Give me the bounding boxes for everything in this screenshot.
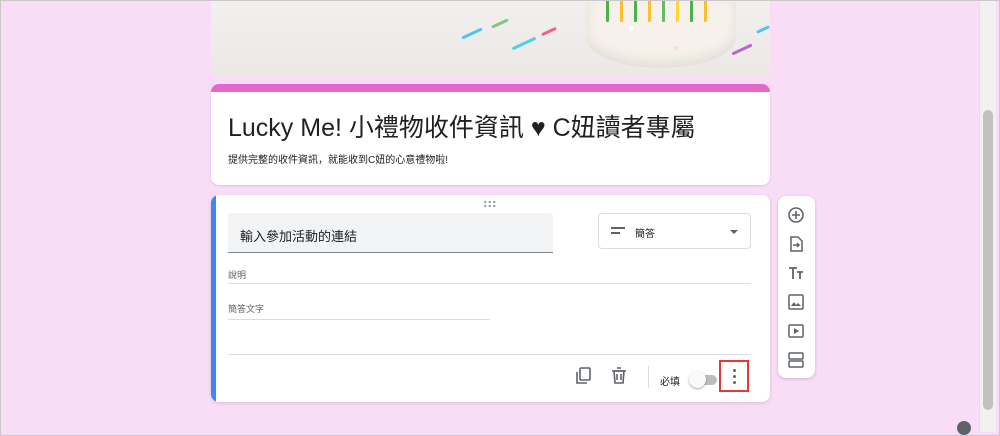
header-image	[211, 0, 770, 76]
import-questions-icon[interactable]	[786, 234, 806, 254]
add-image-icon[interactable]	[786, 292, 806, 312]
form-title[interactable]: Lucky Me! 小禮物收件資訊 ♥ C妞讀者專屬	[228, 108, 696, 144]
answer-preview: 簡答文字	[228, 304, 265, 314]
card-footer-divider	[228, 354, 751, 355]
description-field[interactable]: 說明	[228, 268, 246, 281]
question-title-input[interactable]: 輸入參加活動的連結	[228, 213, 553, 253]
help-icon[interactable]	[957, 421, 971, 435]
theme-color-strip	[211, 84, 770, 92]
question-card[interactable]: 輸入參加活動的連結 簡答 說明 簡答文字 必填	[211, 195, 770, 402]
add-title-icon[interactable]	[786, 263, 806, 283]
add-question-icon[interactable]	[786, 205, 806, 225]
floating-toolbar	[778, 196, 815, 378]
short-answer-icon	[611, 227, 625, 237]
description-underline	[228, 283, 751, 284]
answer-underline	[228, 319, 490, 320]
copy-icon[interactable]	[572, 364, 596, 388]
required-toggle[interactable]	[689, 371, 706, 388]
page-scrollbar[interactable]	[979, 0, 996, 432]
form-title-card: Lucky Me! 小禮物收件資訊 ♥ C妞讀者專屬 提供完整的收件資訊，就能收…	[211, 84, 770, 185]
drag-handle-icon[interactable]	[483, 200, 497, 208]
form-description[interactable]: 提供完整的收件資訊，就能收到C妞的心意禮物啦!	[228, 151, 448, 166]
required-label: 必填	[660, 377, 680, 388]
add-section-icon[interactable]	[786, 350, 806, 370]
more-options-button[interactable]	[719, 360, 749, 392]
active-indicator	[211, 195, 216, 402]
trash-icon[interactable]	[607, 364, 631, 388]
chevron-down-icon	[730, 230, 738, 234]
add-video-icon[interactable]	[786, 321, 806, 341]
cake-photo	[586, 0, 736, 68]
question-title-text: 輸入參加活動的連結	[240, 229, 358, 244]
scrollbar-thumb[interactable]	[983, 110, 993, 410]
question-type-label: 簡答	[635, 229, 655, 240]
footer-divider	[648, 366, 649, 388]
question-type-dropdown[interactable]: 簡答	[598, 213, 751, 249]
